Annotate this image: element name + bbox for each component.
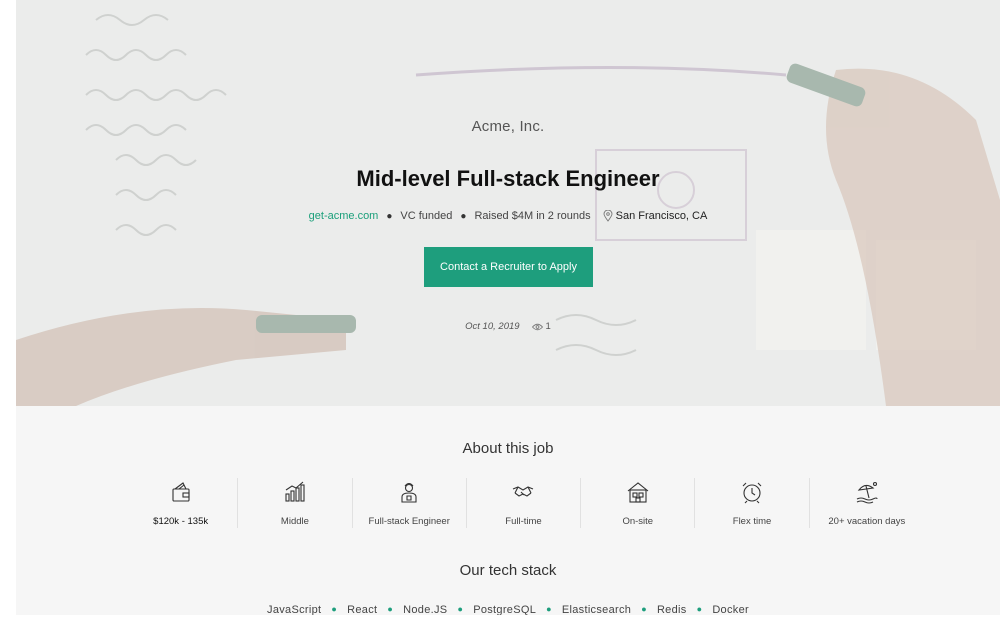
feature-schedule: Flex time <box>695 478 810 528</box>
post-date: Oct 10, 2019 <box>465 321 520 332</box>
separator-dot: ● <box>460 210 467 222</box>
separator-dot: ● <box>696 604 703 614</box>
tech-stack-title: Our tech stack <box>459 562 557 579</box>
separator-dot: ● <box>546 604 552 614</box>
location: San Francisco, CA <box>603 210 708 222</box>
tech-stack-item: Elasticsearch <box>561 604 632 615</box>
company-name: Acme, Inc. <box>471 118 545 135</box>
view-count: 1 <box>531 321 551 332</box>
location-pin-icon <box>603 210 613 222</box>
feature-label: 20+ vacation days <box>828 516 906 527</box>
tech-stack-item: Docker <box>712 604 749 615</box>
alarm-clock-icon <box>742 482 762 504</box>
tech-stack-item: JavaScript <box>267 604 322 615</box>
separator-dot: ● <box>387 604 394 614</box>
view-count-label: 1 <box>545 321 551 332</box>
job-title: Mid-level Full-stack Engineer <box>356 166 660 191</box>
tech-stack-item: Node.JS <box>403 604 448 615</box>
tech-stack-item: React <box>347 604 378 615</box>
beach-icon <box>856 481 878 504</box>
feature-level: Middle <box>238 478 353 528</box>
company-website-link[interactable]: get-acme.com <box>309 210 379 222</box>
location-label: San Francisco, CA <box>615 210 708 222</box>
wallet-icon <box>172 482 190 502</box>
feature-label: Flex time <box>732 516 772 527</box>
feature-label: On-site <box>622 516 654 527</box>
engineer-icon <box>401 482 417 503</box>
job-page: Acme, Inc. Mid-level Full-stack Engineer… <box>16 0 1000 615</box>
eye-icon <box>531 323 543 330</box>
tech-stack-item: Redis <box>656 604 687 615</box>
funding-label: VC funded <box>400 210 453 222</box>
about-section-title: About this job <box>462 440 554 457</box>
separator-dot: ● <box>457 604 464 614</box>
separator-dot: ● <box>331 604 338 614</box>
feature-label: Full-time <box>505 516 542 527</box>
company-meta: get-acme.com ● VC funded ● Raised $4M in… <box>16 210 1000 222</box>
bar-chart-icon <box>285 481 305 502</box>
post-meta: Oct 10, 2019 1 <box>16 321 1000 332</box>
hero-overlay <box>16 0 1000 406</box>
feature-workplace: On-site <box>581 478 696 528</box>
building-icon <box>627 482 649 503</box>
tech-stack-list: JavaScript ● React ● Node.JS ● PostgreSQ… <box>16 604 1000 615</box>
feature-employment-type: Full-time <box>467 478 582 528</box>
feature-label: Middle <box>280 516 309 527</box>
handshake-icon <box>513 486 534 497</box>
feature-role: Full-stack Engineer <box>353 478 467 528</box>
tech-stack-item: PostgreSQL <box>473 604 537 615</box>
raised-label: Raised $4M in 2 rounds <box>474 210 591 222</box>
hero-banner: Acme, Inc. Mid-level Full-stack Engineer… <box>16 0 1000 406</box>
feature-salary: $120k - 135k <box>124 478 239 528</box>
separator-dot: ● <box>641 604 647 614</box>
feature-vacation: 20+ vacation days <box>810 478 924 528</box>
feature-label: $120k - 135k <box>153 516 209 527</box>
contact-recruiter-button[interactable]: Contact a Recruiter to Apply <box>424 247 593 287</box>
feature-label: Full-stack Engineer <box>368 516 450 527</box>
separator-dot: ● <box>386 210 393 222</box>
job-features: $120k - 135k Middle Full-stack Engineer <box>124 478 924 528</box>
